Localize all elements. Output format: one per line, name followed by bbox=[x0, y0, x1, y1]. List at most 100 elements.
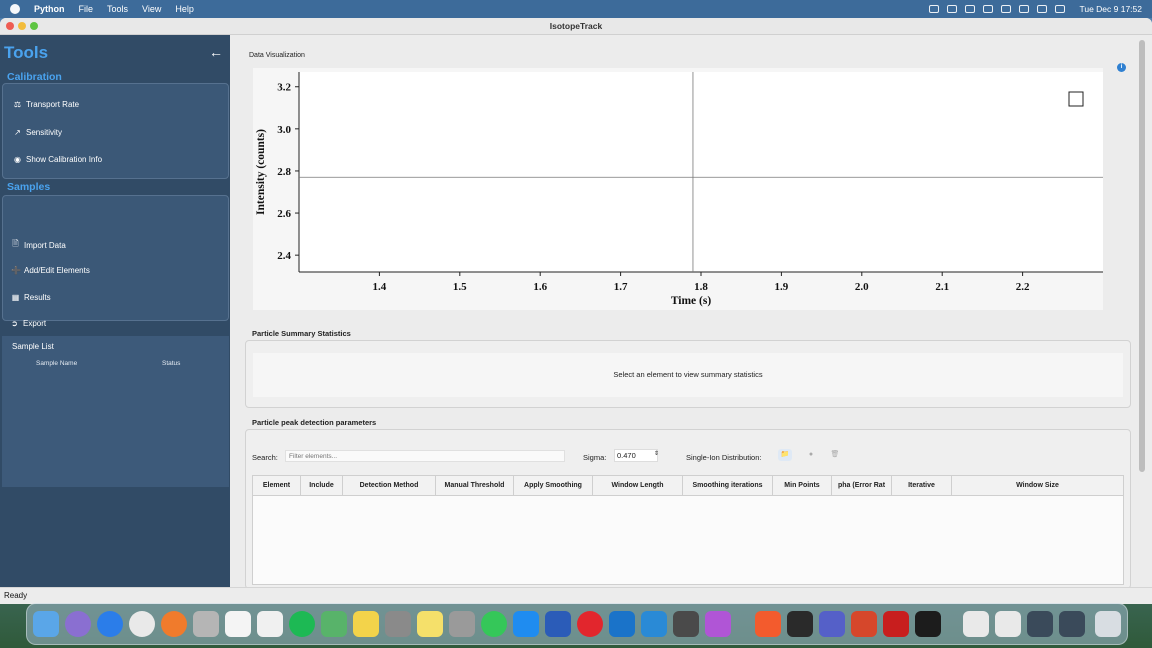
legend-box[interactable] bbox=[1068, 91, 1084, 107]
x-tick-label: 2.2 bbox=[1016, 281, 1030, 293]
trash-icon[interactable]: 🗑 bbox=[828, 449, 842, 461]
close-button[interactable] bbox=[6, 22, 14, 30]
safari-icon[interactable] bbox=[97, 611, 123, 637]
transport-rate-button[interactable]: ⚖ Transport Rate bbox=[13, 100, 79, 109]
results-button[interactable]: ▦ Results bbox=[11, 293, 51, 302]
maximize-button[interactable] bbox=[30, 22, 38, 30]
finder-icon[interactable] bbox=[33, 611, 59, 637]
brave-icon[interactable] bbox=[755, 611, 781, 637]
window-thumbnail-2-icon[interactable] bbox=[1059, 611, 1085, 637]
menu-help[interactable]: Help bbox=[175, 4, 194, 14]
opera-icon[interactable] bbox=[577, 611, 603, 637]
column-smoothing-iterations[interactable]: Smoothing iterations bbox=[683, 476, 773, 496]
sample-list-header: Sample Name Status bbox=[4, 358, 227, 370]
settings-icon[interactable] bbox=[449, 611, 475, 637]
calendar-icon[interactable] bbox=[225, 611, 251, 637]
trash-bin-icon[interactable] bbox=[1095, 611, 1121, 637]
info-icon[interactable]: i bbox=[1117, 63, 1126, 72]
powerpoint-icon[interactable] bbox=[851, 611, 877, 637]
summary-message: Select an element to view summary statis… bbox=[253, 353, 1123, 397]
control-center-icon[interactable] bbox=[1055, 5, 1066, 13]
vscode-icon[interactable] bbox=[641, 611, 667, 637]
display-icon[interactable] bbox=[965, 5, 976, 13]
samples-section-title: Samples bbox=[7, 181, 51, 193]
column-detection-method[interactable]: Detection Method bbox=[343, 476, 436, 496]
language-icon[interactable] bbox=[787, 611, 813, 637]
whatsapp-icon[interactable] bbox=[481, 611, 507, 637]
photos-icon[interactable] bbox=[353, 611, 379, 637]
menu-view[interactable]: View bbox=[142, 4, 161, 14]
sensitivity-button[interactable]: ↗ Sensitivity bbox=[13, 128, 62, 137]
column-window-length[interactable]: Window Length bbox=[593, 476, 683, 496]
column-manual-threshold[interactable]: Manual Threshold bbox=[436, 476, 514, 496]
column-element[interactable]: Element bbox=[253, 476, 301, 496]
sigma-input[interactable] bbox=[614, 449, 658, 462]
app-menu[interactable]: Python bbox=[34, 4, 65, 14]
search-label: Search: bbox=[252, 453, 278, 462]
search-input[interactable] bbox=[285, 450, 565, 462]
y-axis-label: Intensity (counts) bbox=[255, 129, 267, 215]
document-thumbnail-icon[interactable] bbox=[963, 611, 989, 637]
main-content: Data Visualization i 1.4 1.5 1.6 1.7 1.8 1.9 2… bbox=[230, 35, 1152, 589]
affinity-icon[interactable] bbox=[705, 611, 731, 637]
siri-icon[interactable] bbox=[65, 611, 91, 637]
table-header: Element Include Detection Method Manual … bbox=[253, 476, 1123, 496]
minimize-button[interactable] bbox=[18, 22, 26, 30]
notes-icon[interactable] bbox=[417, 611, 443, 637]
window-thumbnail-icon[interactable] bbox=[1027, 611, 1053, 637]
column-alpha-error-rate[interactable]: pha (Error Rat bbox=[832, 476, 892, 496]
apple-icon[interactable] bbox=[10, 4, 20, 14]
calculator-icon[interactable] bbox=[385, 611, 411, 637]
downloads-stack-icon[interactable] bbox=[995, 611, 1021, 637]
status-menus: Tue Dec 9 17:52 bbox=[929, 0, 1142, 18]
extension-icon[interactable] bbox=[947, 5, 958, 13]
folder-icon[interactable]: 📁 bbox=[778, 449, 792, 461]
import-data-label: Import Data bbox=[24, 240, 66, 250]
column-iterative[interactable]: Iterative bbox=[892, 476, 952, 496]
outlook-icon[interactable] bbox=[609, 611, 635, 637]
title-bar: IsotopeTrack bbox=[0, 18, 1152, 35]
pen-icon[interactable] bbox=[673, 611, 699, 637]
wifi-icon[interactable] bbox=[1019, 5, 1030, 13]
column-apply-smoothing[interactable]: Apply Smoothing bbox=[514, 476, 593, 496]
clock[interactable]: Tue Dec 9 17:52 bbox=[1079, 4, 1142, 14]
acrobat-icon[interactable] bbox=[883, 611, 909, 637]
x-tick-label: 1.8 bbox=[694, 281, 708, 293]
bluetooth-icon[interactable] bbox=[983, 5, 994, 13]
summary-box: Select an element to view summary statis… bbox=[245, 340, 1131, 408]
column-include[interactable]: Include bbox=[301, 476, 343, 496]
import-data-button[interactable]: 🗎 Import Data bbox=[11, 238, 66, 252]
collapse-sidebar-arrow-icon[interactable]: ← bbox=[209, 44, 223, 60]
show-calibration-info-button[interactable]: ◉ Show Calibration Info bbox=[13, 155, 102, 164]
battery-icon[interactable] bbox=[1001, 5, 1012, 13]
add-edit-elements-button[interactable]: ➕ Add/Edit Elements bbox=[11, 266, 90, 275]
column-status[interactable]: Status bbox=[162, 360, 180, 367]
spotify-icon[interactable] bbox=[289, 611, 315, 637]
terminal-app-icon[interactable] bbox=[915, 611, 941, 637]
column-sample-name[interactable]: Sample Name bbox=[36, 360, 77, 367]
menu-file[interactable]: File bbox=[79, 4, 94, 14]
search-icon[interactable] bbox=[1037, 5, 1048, 13]
contacts-icon[interactable] bbox=[193, 611, 219, 637]
maps-icon[interactable] bbox=[321, 611, 347, 637]
sigma-stepper[interactable]: ⇕ bbox=[654, 450, 659, 457]
teams-icon[interactable] bbox=[819, 611, 845, 637]
menu-tools[interactable]: Tools bbox=[107, 4, 128, 14]
export-button[interactable]: ➲ Export bbox=[10, 319, 46, 328]
column-window-size[interactable]: Window Size bbox=[952, 476, 1123, 496]
summary-title: Particle Summary Statistics bbox=[252, 329, 351, 338]
intensity-chart[interactable]: 1.4 1.5 1.6 1.7 1.8 1.9 2.0 2.1 2.2 2.4 2.6 2.8 3.0 3… bbox=[253, 68, 1103, 310]
info-circle-icon[interactable]: ● bbox=[804, 449, 818, 461]
app-store-icon[interactable] bbox=[513, 611, 539, 637]
chrome-icon[interactable] bbox=[129, 611, 155, 637]
scrollbar-thumb[interactable] bbox=[1139, 40, 1145, 472]
reminders-icon[interactable] bbox=[257, 611, 283, 637]
x-axis-label: Time (s) bbox=[671, 295, 712, 307]
firefox-icon[interactable] bbox=[161, 611, 187, 637]
cloud-icon[interactable] bbox=[929, 5, 940, 13]
parameters-table[interactable]: Element Include Detection Method Manual … bbox=[252, 475, 1124, 585]
column-min-points[interactable]: Min Points bbox=[773, 476, 832, 496]
table-icon: ▦ bbox=[11, 293, 20, 302]
chart-panel[interactable]: 1.4 1.5 1.6 1.7 1.8 1.9 2.0 2.1 2.2 2.4 2.6 2.8 3.0 3… bbox=[253, 68, 1103, 310]
word-icon[interactable] bbox=[545, 611, 571, 637]
